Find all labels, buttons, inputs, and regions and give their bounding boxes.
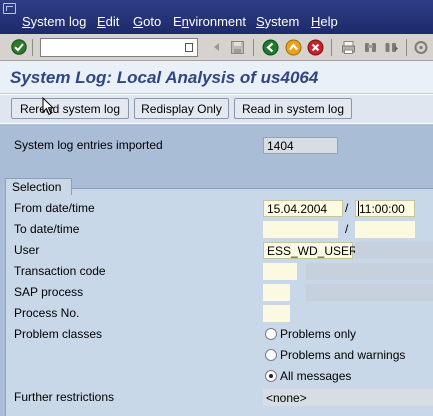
- text-cursor: [358, 201, 359, 216]
- sap-process-description: [306, 284, 433, 301]
- save-button[interactable]: [228, 38, 247, 56]
- print-button[interactable]: [339, 38, 358, 56]
- command-field[interactable]: [40, 38, 198, 57]
- toolbar-separator: [253, 39, 254, 56]
- reread-system-log-button[interactable]: Reread system log: [11, 98, 129, 119]
- page-icon: [414, 40, 428, 54]
- back-icon: [262, 39, 279, 55]
- problems-and-warnings-label[interactable]: Problems and warnings: [280, 348, 405, 362]
- process-no-input[interactable]: [263, 305, 290, 322]
- back-arrow-button[interactable]: [207, 38, 226, 56]
- transaction-code-input[interactable]: [263, 263, 297, 280]
- system-toolbar: [0, 34, 433, 61]
- toolbar-separator: [331, 39, 332, 56]
- to-separator: /: [345, 222, 349, 236]
- find-next-button[interactable]: [382, 38, 401, 56]
- checkmark-icon: [10, 39, 27, 55]
- from-date-input[interactable]: 15.04.2004: [263, 200, 343, 217]
- further-restrictions-value[interactable]: <none>: [263, 389, 433, 406]
- first-page-button[interactable]: [413, 38, 433, 56]
- menu-environment[interactable]: Environment: [173, 14, 246, 29]
- from-date-time-label: From date/time: [14, 201, 95, 215]
- transaction-code-description: [306, 263, 433, 280]
- menu-system-log[interactable]: System log: [22, 14, 86, 29]
- to-time-input[interactable]: [355, 221, 415, 238]
- page-title: System Log: Local Analysis of us4064: [10, 68, 319, 87]
- user-input[interactable]: ESS_WD_USER1: [263, 242, 364, 259]
- binoculars-icon: [365, 42, 376, 52]
- to-date-input[interactable]: [263, 221, 338, 238]
- toolbar-separator: [406, 39, 407, 56]
- system-menu-icon[interactable]: [3, 3, 16, 14]
- command-history-icon[interactable]: [185, 43, 193, 52]
- radio-problems-only[interactable]: [265, 328, 277, 340]
- application-toolbar: Reread system log Redisplay Only Read in…: [0, 95, 433, 123]
- mouse-pointer-icon: [42, 97, 54, 116]
- find-button[interactable]: [361, 38, 380, 56]
- to-date-time-label: To date/time: [14, 222, 80, 236]
- redisplay-only-button[interactable]: Redisplay Only: [134, 98, 229, 119]
- title-bar: System Log: Local Analysis of us4064: [0, 61, 433, 94]
- back-button[interactable]: [261, 38, 280, 56]
- further-restrictions-label: Further restrictions: [14, 390, 115, 404]
- process-no-label: Process No.: [14, 306, 80, 320]
- find-next-icon: [385, 42, 398, 52]
- enter-button[interactable]: [9, 38, 28, 56]
- menu-help[interactable]: Help: [311, 14, 338, 29]
- triangle-left-icon: [213, 43, 219, 51]
- cancel-button[interactable]: [306, 38, 325, 56]
- from-separator: /: [345, 201, 349, 215]
- menu-system[interactable]: System: [256, 14, 299, 29]
- cancel-icon: [307, 39, 324, 55]
- menu-goto[interactable]: Goto: [133, 14, 161, 29]
- user-description: [355, 242, 433, 259]
- radio-problems-and-warnings[interactable]: [265, 349, 277, 361]
- transaction-code-label: Transaction code: [14, 264, 106, 278]
- menu-bar: System log Edit Goto Environment System …: [0, 0, 433, 34]
- entries-imported-value: 1404: [263, 137, 338, 154]
- save-icon: [231, 40, 244, 54]
- sap-process-label: SAP process: [14, 285, 84, 299]
- exit-button[interactable]: [284, 38, 303, 56]
- problem-classes-label: Problem classes: [14, 327, 103, 341]
- radio-all-messages[interactable]: [265, 370, 277, 382]
- selection-tab: Selection: [5, 178, 73, 195]
- print-icon: [342, 40, 355, 54]
- read-in-system-log-button[interactable]: Read in system log: [234, 98, 352, 119]
- user-label: User: [14, 243, 40, 257]
- entries-imported-label: System log entries imported: [14, 138, 163, 152]
- sap-process-input[interactable]: [263, 284, 290, 301]
- problems-only-label[interactable]: Problems only: [280, 327, 356, 341]
- from-time-value: 11:00:00: [359, 201, 405, 216]
- all-messages-label[interactable]: All messages: [280, 369, 351, 383]
- menu-edit[interactable]: Edit: [97, 14, 119, 29]
- toolbar-separator: [32, 39, 33, 56]
- from-time-input[interactable]: 11:00:00: [355, 200, 415, 217]
- exit-icon: [285, 39, 302, 55]
